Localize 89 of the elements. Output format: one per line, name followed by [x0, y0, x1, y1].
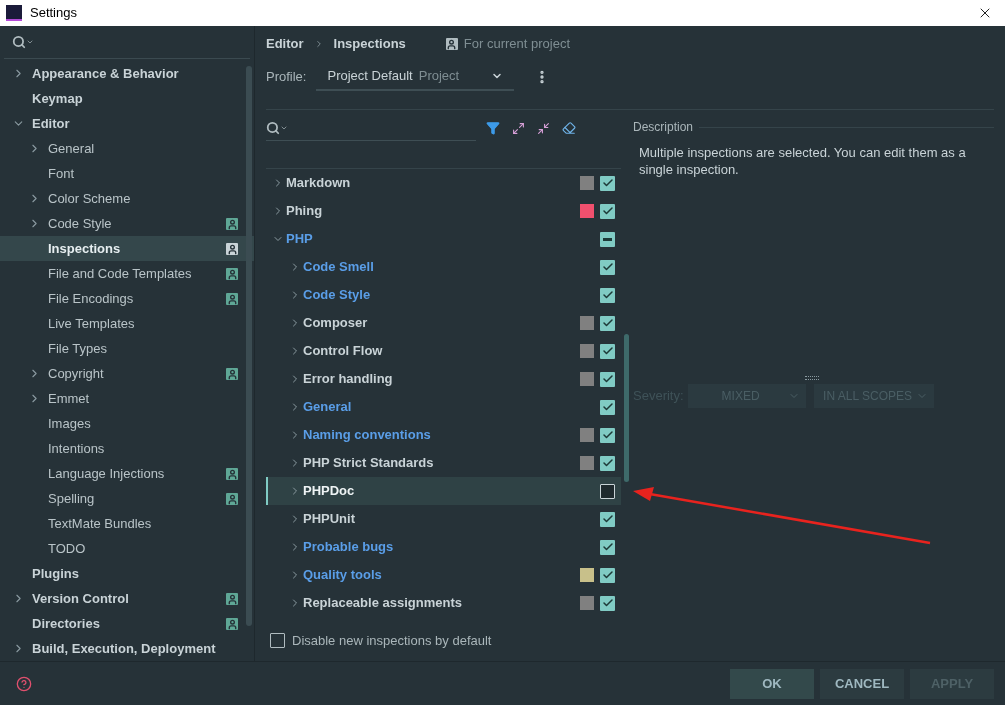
sidebar-item[interactable]: Version Control	[0, 586, 254, 611]
breadcrumb-item[interactable]: Editor	[266, 34, 304, 54]
help-icon[interactable]	[16, 675, 32, 692]
inspection-row[interactable]: Error handling	[266, 365, 621, 393]
project-icon	[226, 292, 238, 305]
section-title: Description	[633, 119, 694, 136]
inspection-row[interactable]: PHPUnit	[266, 505, 621, 533]
checkbox[interactable]	[600, 539, 615, 555]
inspection-row[interactable]: PHP Strict Standards	[266, 449, 621, 477]
app-logo-icon	[6, 5, 22, 21]
sidebar-item[interactable]: Spelling	[0, 486, 254, 511]
sidebar-item[interactable]: Directories	[0, 611, 254, 636]
project-icon	[226, 242, 238, 255]
sidebar-item[interactable]: Font	[0, 161, 254, 186]
sidebar-item[interactable]: File Encodings	[0, 286, 254, 311]
checkbox[interactable]	[600, 567, 615, 583]
checkbox-label: Disable new inspections by default	[292, 632, 492, 650]
profile-dropdown[interactable]: Project Default Project	[316, 62, 515, 91]
scrollbar[interactable]	[246, 66, 252, 626]
sidebar-item[interactable]: Color Scheme	[0, 186, 254, 211]
checkbox[interactable]	[600, 483, 615, 499]
sidebar-item[interactable]: Appearance & Behavior	[0, 61, 254, 86]
project-icon	[226, 467, 238, 480]
checkbox[interactable]	[600, 595, 615, 611]
inspection-row[interactable]: Control Flow	[266, 337, 621, 365]
sidebar-item[interactable]: File Types	[0, 336, 254, 361]
sidebar-item[interactable]: General	[0, 136, 254, 161]
scope-note: For current project	[463, 35, 570, 54]
checkbox[interactable]	[600, 371, 615, 387]
filter-icon[interactable]	[486, 121, 500, 135]
checkbox[interactable]	[600, 511, 615, 527]
inspection-row[interactable]: Quality tools	[266, 561, 621, 589]
sidebar-item[interactable]: File and Code Templates	[0, 261, 254, 286]
inspection-row[interactable]: PHP	[266, 225, 621, 253]
scrollbar[interactable]	[624, 334, 629, 482]
checkbox[interactable]	[270, 633, 285, 649]
inspection-row[interactable]: Code Style	[266, 281, 621, 309]
breadcrumb-item[interactable]: Inspections	[333, 34, 406, 54]
search-icon	[266, 120, 288, 135]
profile-label: Profile:	[266, 67, 307, 86]
dialog-button[interactable]: OK	[730, 668, 814, 699]
eraser-icon[interactable]	[562, 121, 576, 135]
sidebar-item[interactable]: TODO	[0, 536, 254, 561]
checkbox[interactable]	[600, 315, 615, 331]
sidebar-item[interactable]: Live Templates	[0, 311, 254, 336]
checkbox[interactable]	[600, 231, 615, 247]
checkbox[interactable]	[600, 287, 615, 303]
checkbox[interactable]	[600, 427, 615, 443]
inspection-row[interactable]: General	[266, 393, 621, 421]
project-icon	[226, 617, 238, 630]
sidebar-item[interactable]: Build, Execution, Deployment	[0, 636, 254, 661]
project-icon	[226, 592, 238, 605]
collapse-all-icon[interactable]	[537, 121, 550, 135]
sidebar-item[interactable]: Keymap	[0, 86, 254, 111]
checkbox[interactable]	[600, 455, 615, 471]
sidebar-item[interactable]: Language Injections	[0, 461, 254, 486]
sidebar-item[interactable]: Emmet	[0, 386, 254, 411]
sidebar-item[interactable]: Editor	[0, 111, 254, 136]
sidebar-item[interactable]: Inspections	[0, 236, 254, 261]
expand-all-icon[interactable]	[512, 121, 525, 135]
resize-grip-icon[interactable]	[805, 376, 819, 380]
inspection-row[interactable]: Probable bugs	[266, 533, 621, 561]
window-title: Settings	[30, 4, 78, 23]
project-icon	[226, 367, 238, 380]
inspection-row[interactable]: Code Smell	[266, 253, 621, 281]
inspection-row[interactable]: Markdown	[266, 169, 621, 197]
sidebar-item[interactable]: Copyright	[0, 361, 254, 386]
checkbox[interactable]	[600, 343, 615, 359]
project-icon	[445, 38, 458, 50]
checkbox[interactable]	[600, 259, 615, 275]
inspection-row[interactable]: Composer	[266, 309, 621, 337]
sidebar-item[interactable]: Plugins	[0, 561, 254, 586]
inspection-row[interactable]: Phing	[266, 197, 621, 225]
sidebar-item[interactable]: Images	[0, 411, 254, 436]
sidebar-item[interactable]: Code Style	[0, 211, 254, 236]
inspection-row[interactable]: Replaceable assignments	[266, 589, 621, 617]
sidebar-item[interactable]: Intentions	[0, 436, 254, 461]
checkbox[interactable]	[600, 175, 615, 191]
inspection-row[interactable]: Naming conventions	[266, 421, 621, 449]
project-icon	[226, 217, 238, 230]
sidebar-item[interactable]: TextMate Bundles	[0, 511, 254, 536]
project-icon	[226, 492, 238, 505]
inspection-row[interactable]: PHPDoc	[266, 477, 621, 505]
search-icon	[12, 35, 34, 49]
checkbox[interactable]	[600, 203, 615, 219]
checkbox[interactable]	[600, 399, 615, 415]
project-icon	[226, 267, 238, 280]
dialog-button[interactable]: CANCEL	[820, 668, 904, 699]
description-text: Multiple inspections are selected. You can edit them as a single inspection.	[639, 144, 967, 178]
